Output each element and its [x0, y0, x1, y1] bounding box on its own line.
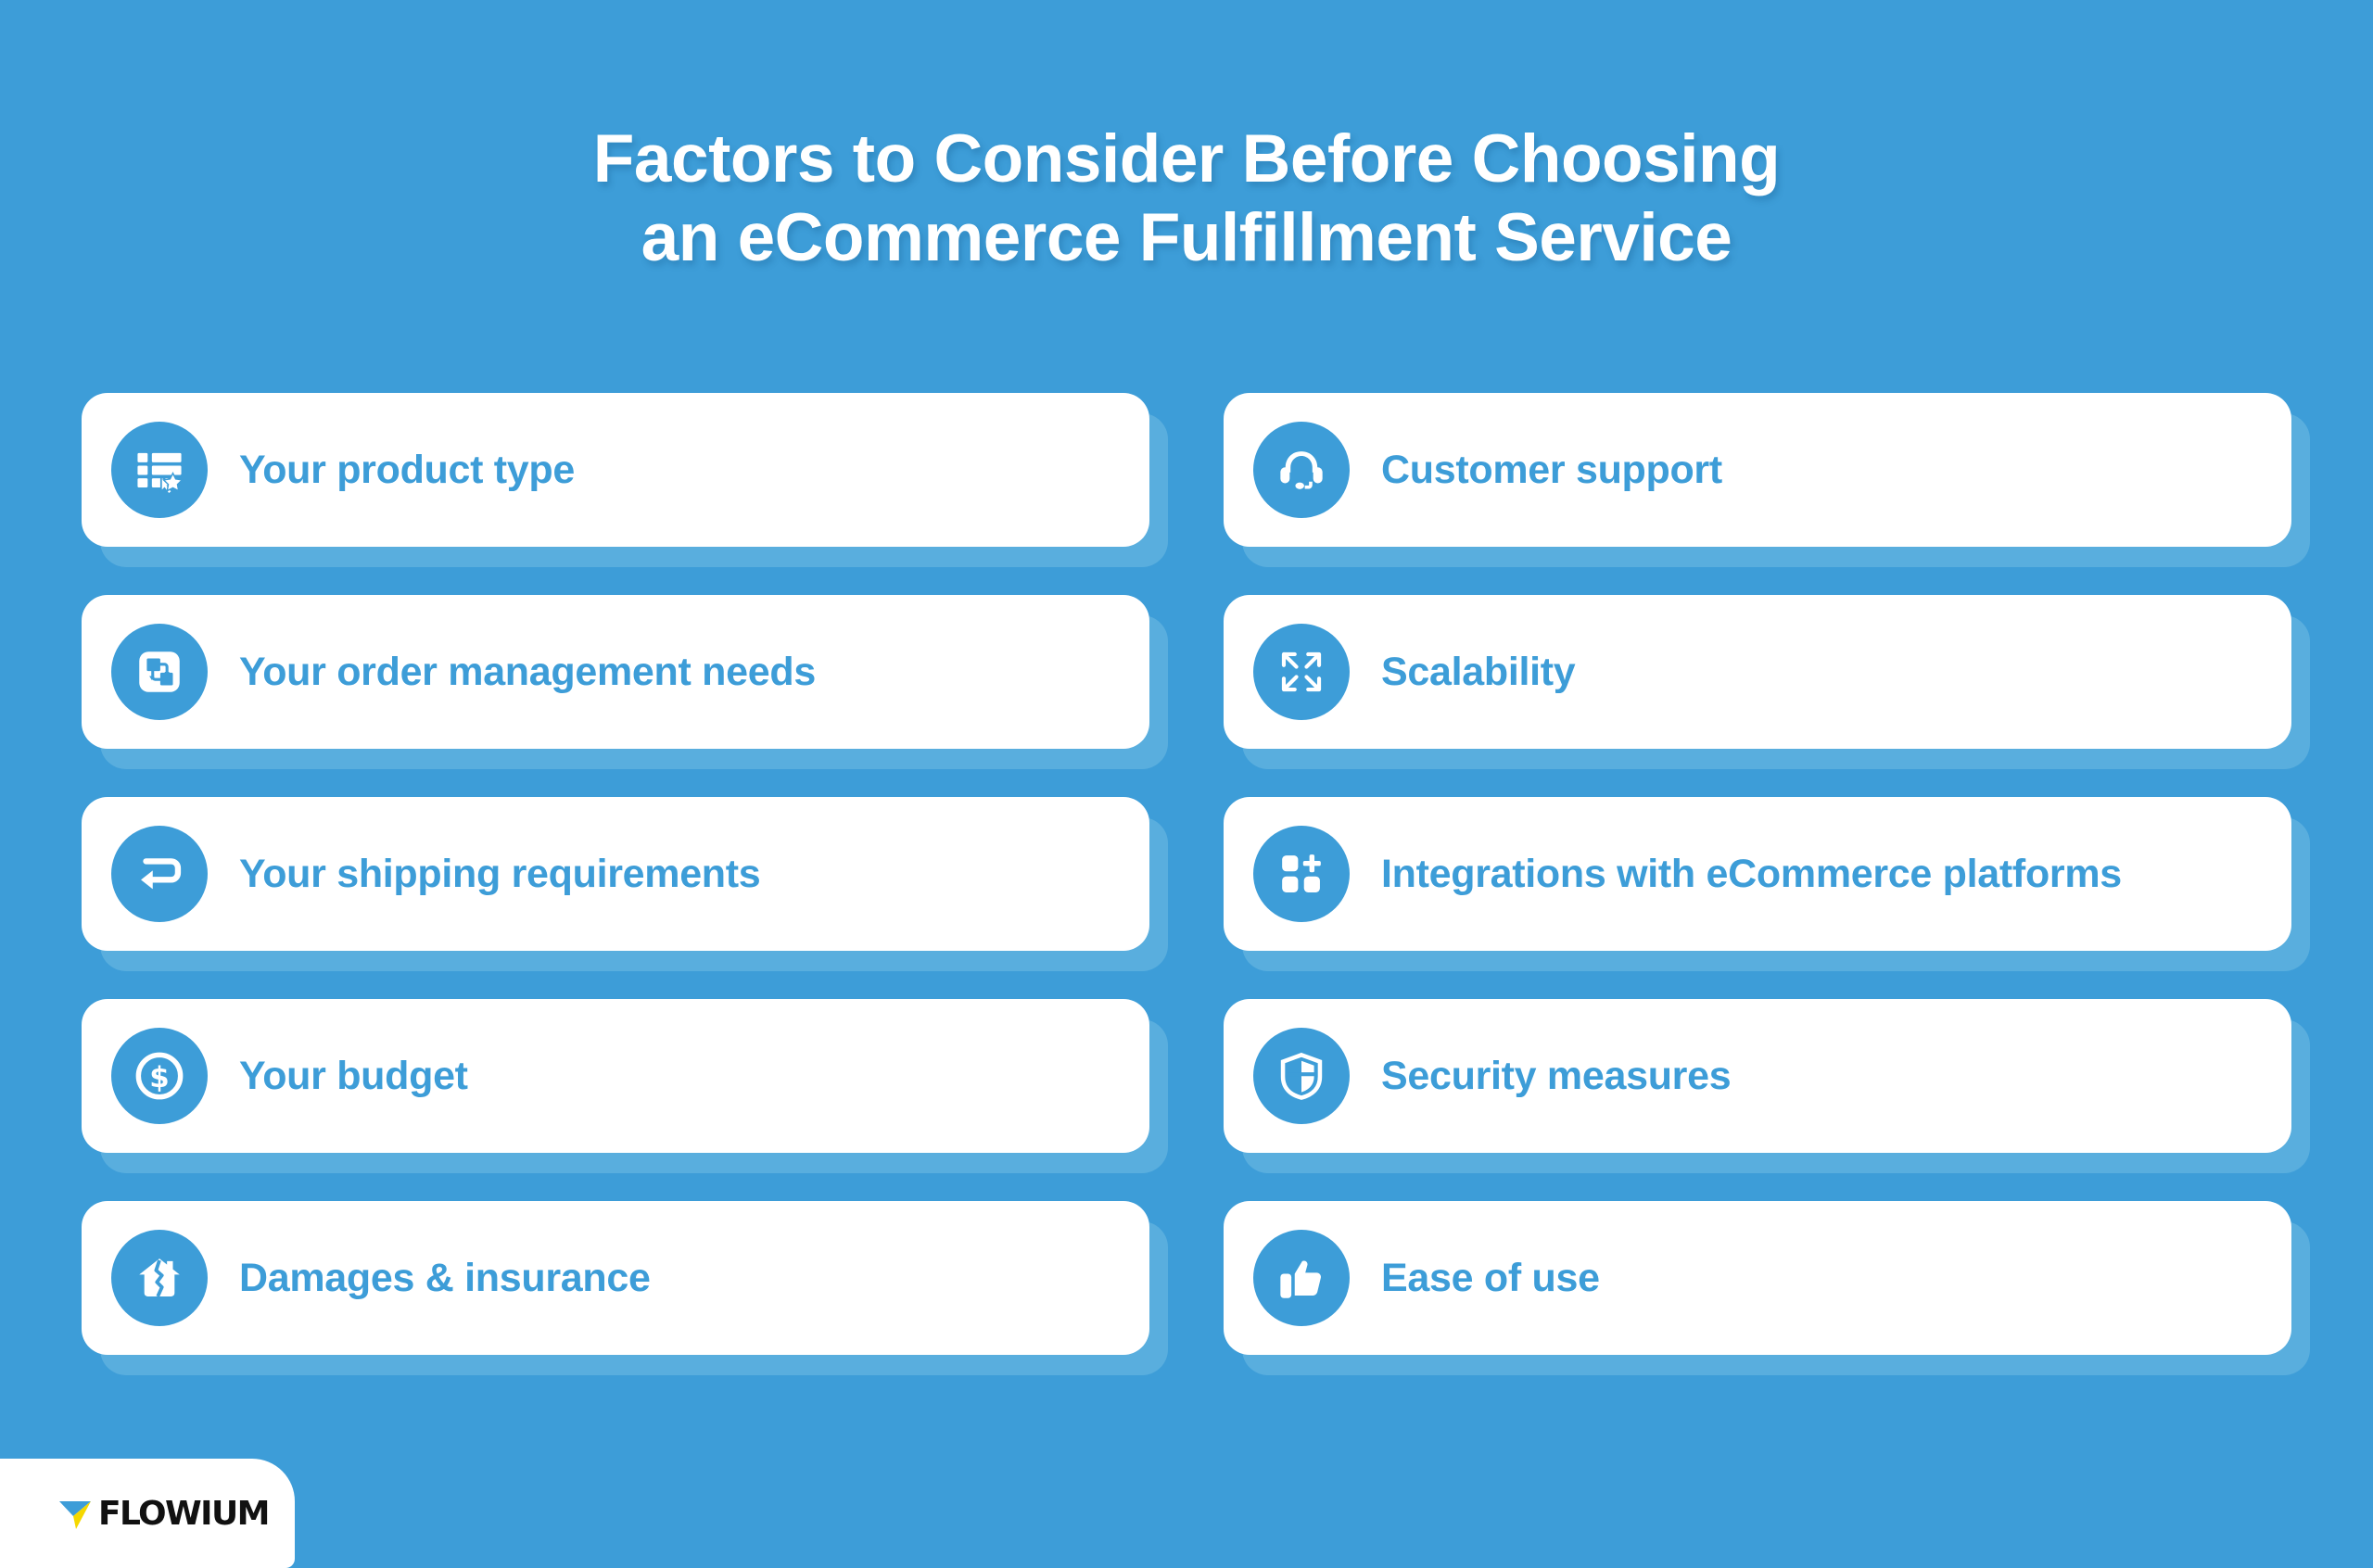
factor-card-label: Your budget — [239, 1053, 468, 1098]
factor-card-damages-and-insurance[interactable]: Damages & insurance — [82, 1201, 1149, 1355]
factor-card-label: Damages & insurance — [239, 1255, 651, 1300]
card-slot: Your order management needs — [82, 595, 1168, 769]
card-slot: Damages & insurance — [82, 1201, 1168, 1375]
return-arrow-icon — [111, 826, 208, 922]
card-slot: $ Your budget — [82, 999, 1168, 1173]
factor-card-ease-of-use[interactable]: Ease of use — [1224, 1201, 2291, 1355]
factor-card-scalability[interactable]: Scalability — [1224, 595, 2291, 749]
factor-card-label: Ease of use — [1381, 1255, 1600, 1300]
order-transfer-icon — [111, 624, 208, 720]
expand-arrows-icon — [1253, 624, 1350, 720]
shield-icon — [1253, 1028, 1350, 1124]
factor-card-label: Your shipping requirements — [239, 851, 761, 896]
card-slot: Customer support — [1224, 393, 2310, 567]
dollar-circle-icon: $ — [111, 1028, 208, 1124]
card-slot: Scalability — [1224, 595, 2310, 769]
factor-card-your-budget[interactable]: $ Your budget — [82, 999, 1149, 1153]
factor-card-label: Your order management needs — [239, 649, 816, 694]
flowium-logo[interactable]: FLOWIUM — [0, 1459, 295, 1568]
factor-card-label: Security measures — [1381, 1053, 1732, 1098]
factor-card-security-measures[interactable]: Security measures — [1224, 999, 2291, 1153]
card-slot: Security measures — [1224, 999, 2310, 1173]
factor-card-integrations-with-ecommerce-platforms[interactable]: Integrations with eCommerce platforms — [1224, 797, 2291, 951]
card-slot: Your shipping requirements — [82, 797, 1168, 971]
thumbs-up-icon — [1253, 1230, 1350, 1326]
factor-card-label: Customer support — [1381, 447, 1722, 492]
svg-text:$: $ — [149, 1061, 169, 1094]
card-slot: Ease of use — [1224, 1201, 2310, 1375]
card-slot: Your product type — [82, 393, 1168, 567]
factor-card-label: Integrations with eCommerce platforms — [1381, 851, 2122, 896]
list-star-icon — [111, 422, 208, 518]
factor-card-your-product-type[interactable]: Your product type — [82, 393, 1149, 547]
factor-card-your-shipping-requirements[interactable]: Your shipping requirements — [82, 797, 1149, 951]
factor-card-label: Your product type — [239, 447, 575, 492]
page-title-line-2: an eCommerce Fulfillment Service — [641, 199, 1732, 275]
flowium-logo-text: FLOWIUM — [98, 1494, 270, 1533]
headset-icon — [1253, 422, 1350, 518]
page-title: Factors to Consider Before Choosing an e… — [0, 120, 2373, 277]
factor-card-customer-support[interactable]: Customer support — [1224, 393, 2291, 547]
page-title-line-1: Factors to Consider Before Choosing — [592, 121, 1781, 196]
card-slot: Integrations with eCommerce platforms — [1224, 797, 2310, 971]
factor-card-label: Scalability — [1381, 649, 1576, 694]
grid-plus-icon — [1253, 826, 1350, 922]
factors-grid: Your product type Customer support Your … — [82, 393, 2310, 1375]
factor-card-your-order-management-needs[interactable]: Your order management needs — [82, 595, 1149, 749]
cracked-house-icon — [111, 1230, 208, 1326]
flowium-logo-mark — [59, 1501, 91, 1529]
